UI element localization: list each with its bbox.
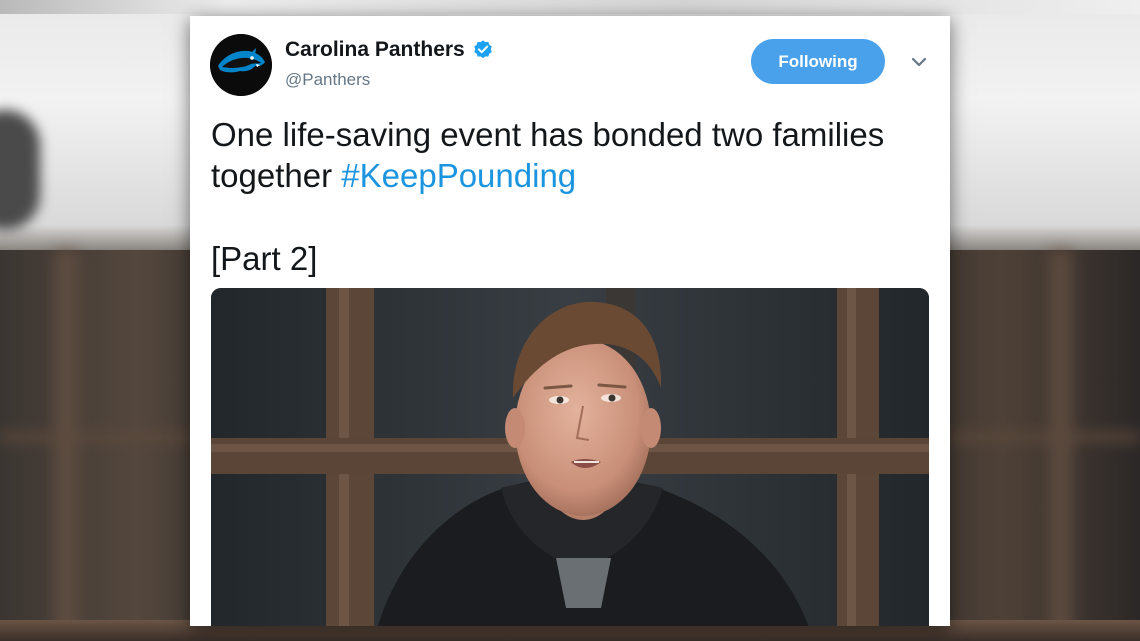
tweet-video[interactable] (211, 288, 929, 626)
background-beam (1050, 250, 1072, 641)
background-beam (55, 250, 77, 641)
hashtag-link[interactable]: #KeepPounding (341, 157, 576, 194)
background-blur-shape (0, 110, 40, 230)
following-button[interactable]: Following (751, 39, 885, 84)
background-top-strip (0, 0, 1140, 14)
author-handle[interactable]: @Panthers (285, 70, 370, 90)
tweet-part-label: [Part 2] (211, 240, 318, 277)
panther-logo-icon (210, 34, 272, 96)
author-name-row[interactable]: Carolina Panthers (285, 38, 494, 62)
video-frame-image (211, 288, 929, 626)
author-name[interactable]: Carolina Panthers (285, 38, 465, 62)
verified-badge-icon (474, 40, 492, 59)
chevron-down-icon[interactable] (908, 54, 930, 70)
tweet-card: Carolina Panthers @Panthers Following On… (190, 16, 950, 626)
avatar[interactable] (210, 34, 272, 96)
tweet-text: One life-saving event has bonded two fam… (211, 114, 931, 196)
